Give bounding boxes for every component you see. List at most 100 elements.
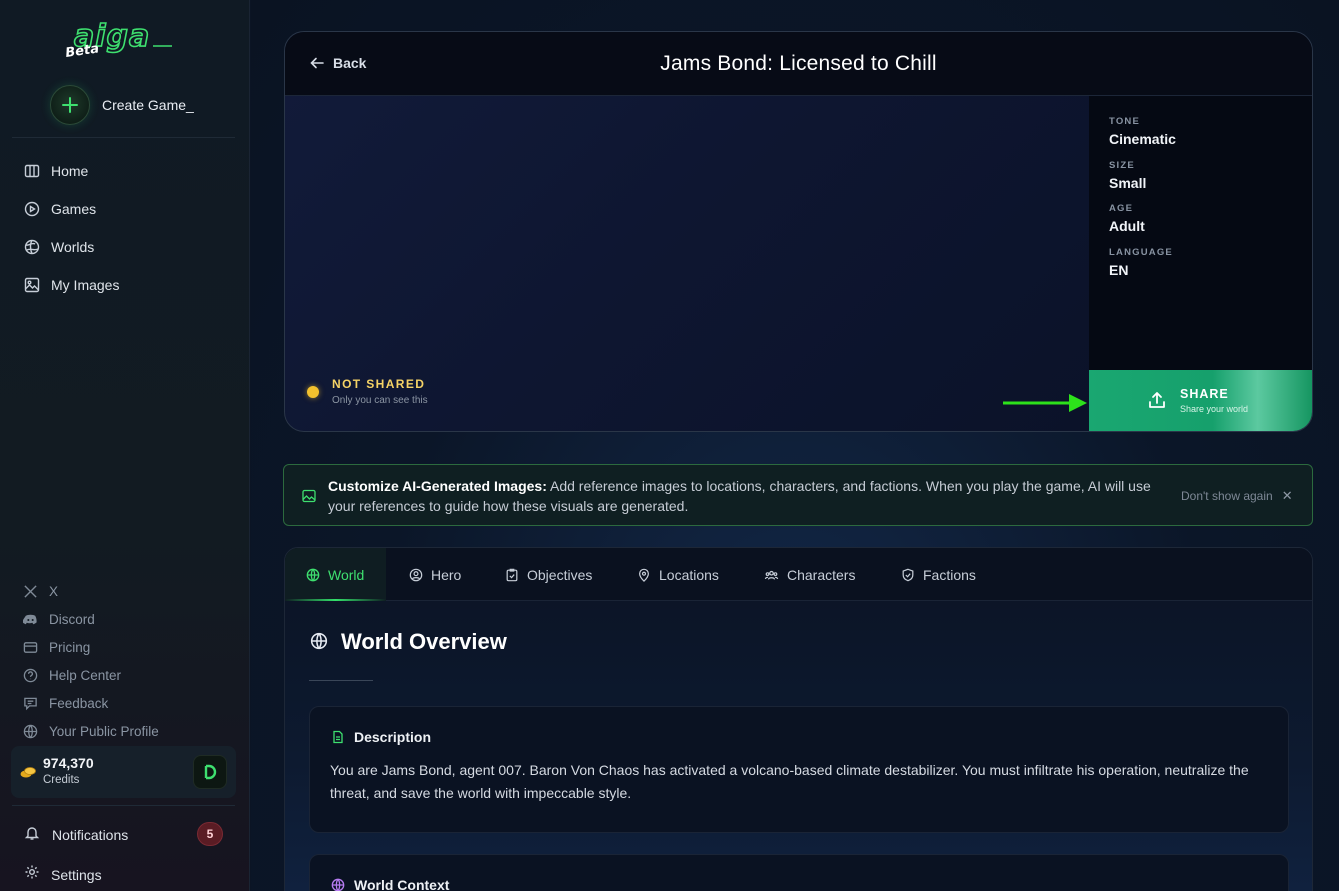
tab-bar: World Hero Objectives Locations Characte… bbox=[285, 548, 1312, 601]
meta-size: SIZE Small bbox=[1109, 160, 1146, 191]
tab-objectives[interactable]: Objectives bbox=[505, 548, 592, 601]
x-logo-icon bbox=[23, 584, 38, 599]
tab-factions[interactable]: Factions bbox=[901, 548, 976, 601]
buy-credits-button[interactable] bbox=[193, 755, 227, 789]
upload-icon bbox=[1149, 392, 1165, 408]
link-pricing[interactable]: Pricing bbox=[23, 633, 159, 661]
share-title: SHARE bbox=[1180, 387, 1229, 401]
meta-age: AGE Adult bbox=[1109, 203, 1145, 234]
world-header: Back Jams Bond: Licensed to Chill bbox=[285, 32, 1312, 96]
nav-item-my-images[interactable]: My Images bbox=[24, 266, 119, 304]
section-title: World Overview bbox=[341, 629, 507, 654]
world-title: Jams Bond: Licensed to Chill bbox=[660, 52, 937, 75]
link-feedback[interactable]: Feedback bbox=[23, 689, 159, 717]
image-icon bbox=[24, 277, 40, 293]
banner-title: Customize AI-Generated Images: bbox=[328, 478, 547, 494]
share-button[interactable]: SHARE Share your world bbox=[1089, 370, 1312, 431]
description-header: Description bbox=[331, 729, 431, 745]
create-game-button[interactable]: Create Game_ bbox=[50, 85, 194, 125]
link-discord[interactable]: Discord bbox=[23, 605, 159, 633]
tab-label: Locations bbox=[659, 566, 719, 583]
secondary-links: X Discord Pricing Help Center Feedback Y… bbox=[23, 577, 159, 745]
notifications-label: Notifications bbox=[52, 827, 129, 843]
tab-label: Factions bbox=[923, 566, 976, 583]
link-label: Discord bbox=[49, 611, 95, 627]
tab-locations[interactable]: Locations bbox=[637, 548, 719, 601]
bell-icon bbox=[24, 825, 40, 846]
share-status-title: NOT SHARED bbox=[332, 377, 426, 391]
nav-item-worlds[interactable]: Worlds bbox=[24, 228, 119, 266]
link-public-profile[interactable]: Your Public Profile bbox=[23, 717, 159, 745]
banner-text: Customize AI-Generated Images: Add refer… bbox=[328, 476, 1178, 516]
active-tab-indicator bbox=[285, 599, 386, 601]
dismiss-label: Don't show again bbox=[1181, 489, 1273, 503]
meta-value: Cinematic bbox=[1109, 131, 1176, 147]
link-label: Your Public Profile bbox=[49, 723, 159, 739]
credits-panel: 974,370 Credits bbox=[11, 746, 236, 798]
description-label: Description bbox=[354, 729, 432, 745]
share-status-subtitle: Only you can see this bbox=[332, 395, 428, 406]
share-subtitle: Share your world bbox=[1180, 404, 1249, 414]
coins-icon bbox=[20, 767, 36, 778]
world-context-header: World Context bbox=[331, 877, 449, 891]
globe-icon bbox=[306, 568, 320, 581]
meta-value: EN bbox=[1109, 262, 1129, 278]
link-label: Help Center bbox=[49, 667, 122, 683]
feedback-icon bbox=[23, 696, 38, 711]
world-context-card: World Context bbox=[309, 854, 1289, 891]
world-meta-panel: TONE Cinematic SIZE Small AGE Adult LANG… bbox=[1089, 96, 1312, 402]
description-text: You are Jams Bond, agent 007. Baron Von … bbox=[330, 762, 1249, 801]
link-x[interactable]: X bbox=[23, 577, 159, 605]
notifications-item[interactable]: Notifications 5 bbox=[24, 822, 224, 848]
main-nav: Home Games Worlds My Images bbox=[24, 152, 119, 304]
close-icon: ✕ bbox=[1281, 488, 1293, 503]
gear-icon bbox=[24, 864, 40, 885]
meta-tone: TONE Cinematic bbox=[1109, 116, 1176, 147]
tab-hero[interactable]: Hero bbox=[409, 548, 461, 601]
world-hero-card: Back Jams Bond: Licensed to Chill TONE C… bbox=[284, 31, 1313, 432]
sidebar: aiga Beta Create Game_ Home Games Worlds… bbox=[0, 0, 250, 891]
create-game-label: Create Game_ bbox=[102, 97, 194, 113]
nav-item-home[interactable]: Home bbox=[24, 152, 119, 190]
link-label: Feedback bbox=[49, 695, 109, 711]
clipboard-check-icon bbox=[506, 568, 518, 581]
arrow-right-icon bbox=[1003, 394, 1087, 412]
dismiss-banner-button[interactable]: Don't show again ✕ bbox=[1181, 488, 1293, 504]
tab-label: Characters bbox=[787, 566, 856, 583]
world-context-label: World Context bbox=[354, 877, 450, 891]
nav-label: My Images bbox=[51, 277, 120, 293]
meta-key: TONE bbox=[1109, 116, 1141, 127]
logo-icon: aiga Beta bbox=[64, 18, 172, 61]
description-card: Description You are Jams Bond, agent 007… bbox=[309, 706, 1289, 833]
link-label: Pricing bbox=[49, 639, 91, 655]
meta-value: Small bbox=[1109, 175, 1147, 191]
plus-icon bbox=[50, 85, 90, 125]
tab-world[interactable]: World bbox=[285, 548, 386, 601]
meta-key: SIZE bbox=[1109, 160, 1135, 171]
map-pin-icon bbox=[639, 568, 649, 582]
credits-amount: 974,370 bbox=[43, 755, 94, 771]
tab-characters[interactable]: Characters bbox=[764, 548, 855, 601]
nav-label: Home bbox=[51, 163, 89, 179]
meta-key: LANGUAGE bbox=[1109, 247, 1173, 258]
nav-label: Games bbox=[51, 201, 97, 217]
tab-label: Hero bbox=[431, 566, 462, 583]
settings-item[interactable]: Settings bbox=[24, 864, 102, 885]
tab-label: Objectives bbox=[527, 566, 593, 583]
link-help-center[interactable]: Help Center bbox=[23, 661, 159, 689]
user-circle-icon bbox=[409, 568, 423, 581]
credits-label: Credits bbox=[43, 774, 80, 786]
play-circle-icon bbox=[24, 201, 40, 217]
columns-icon bbox=[24, 163, 40, 179]
app-logo[interactable]: aiga Beta bbox=[64, 18, 176, 62]
globe-icon bbox=[23, 724, 38, 739]
document-icon bbox=[333, 730, 343, 744]
globe-icon bbox=[310, 632, 328, 650]
svg-text:Beta: Beta bbox=[66, 41, 100, 61]
world-details-card: World Hero Objectives Locations Characte… bbox=[284, 547, 1313, 891]
customize-images-banner: Customize AI-Generated Images: Add refer… bbox=[283, 464, 1313, 526]
link-label: X bbox=[49, 583, 59, 599]
nav-item-games[interactable]: Games bbox=[24, 190, 119, 228]
credit-card-icon bbox=[23, 640, 38, 655]
notifications-count-badge: 5 bbox=[197, 822, 223, 846]
